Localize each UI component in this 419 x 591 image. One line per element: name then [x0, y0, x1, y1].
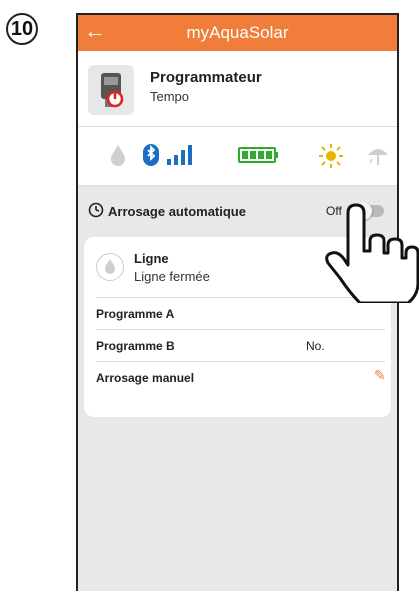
battery-full-icon — [238, 143, 280, 172]
arrow-left-icon[interactable]: ← — [84, 19, 106, 43]
manual-watering-row[interactable]: Arrosage manuel — [96, 371, 385, 385]
bluetooth-icon — [142, 143, 160, 172]
device-header: Programmateur Tempo — [78, 51, 397, 127]
pointing-hand-icon — [325, 203, 419, 303]
programmer-device-icon — [88, 65, 134, 115]
edit-icon[interactable]: ✎ — [374, 367, 386, 384]
divider — [96, 361, 385, 362]
status-bar — [78, 127, 397, 186]
app-title: myAquaSolar — [186, 23, 289, 42]
auto-watering-label: Arrosage automatique — [108, 204, 246, 219]
line-title: Ligne — [134, 251, 169, 266]
program-a-label: Programme A — [96, 307, 175, 321]
program-b-value: No. — [306, 339, 325, 353]
water-drop-icon — [96, 253, 124, 281]
device-subtitle: Tempo — [150, 89, 190, 104]
timer-icon — [88, 202, 104, 223]
water-drop-icon — [108, 143, 128, 172]
line-status: Ligne fermée — [134, 269, 210, 284]
program-b-row[interactable]: Programme B — [96, 339, 385, 353]
sun-icon — [318, 143, 344, 174]
program-a-row[interactable]: Programme A — [96, 307, 385, 321]
manual-watering-label: Arrosage manuel — [96, 371, 195, 385]
app-bar: ← myAquaSolar — [78, 15, 397, 51]
step-number-badge: 10 — [6, 13, 38, 45]
rain-umbrella-icon — [366, 143, 390, 174]
signal-bars-icon — [166, 143, 196, 172]
program-b-label: Programme B — [96, 339, 175, 353]
step-number: 10 — [10, 17, 34, 40]
device-name: Programmateur — [150, 69, 262, 86]
divider — [96, 329, 385, 330]
